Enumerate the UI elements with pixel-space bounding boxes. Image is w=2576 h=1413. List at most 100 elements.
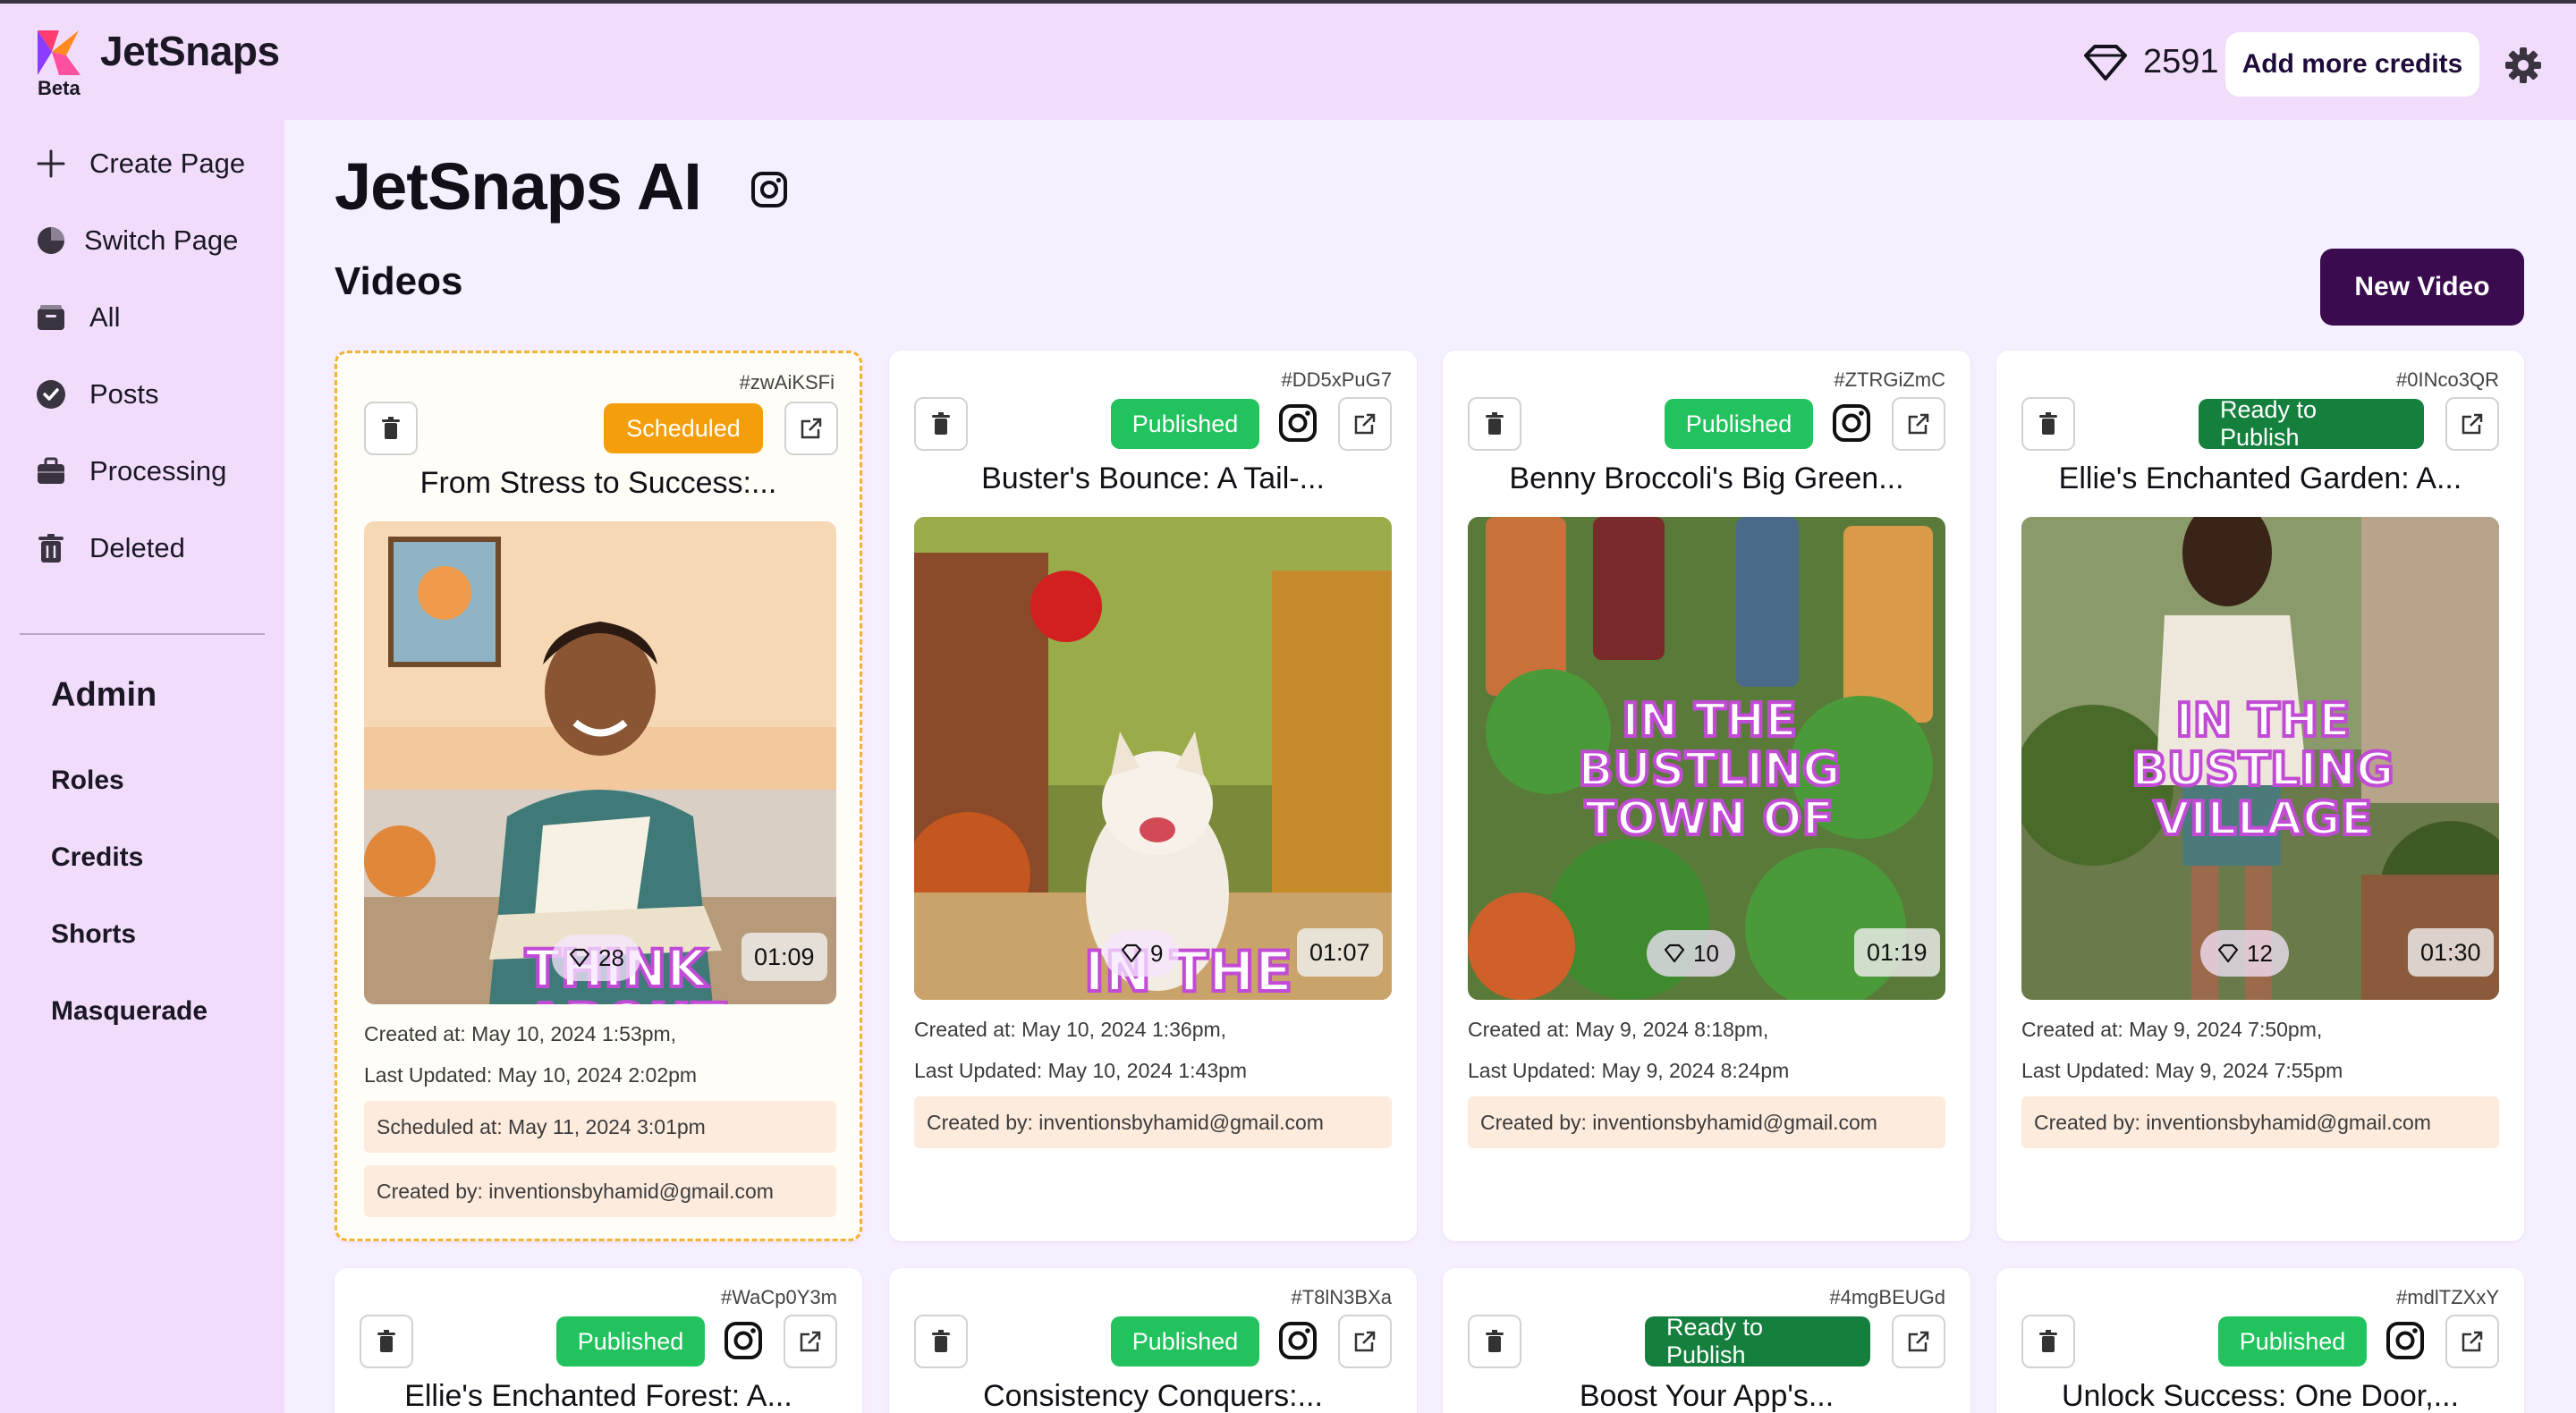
delete-button[interactable] <box>1468 1315 1521 1368</box>
video-title[interactable]: Ellie's Enchanted Forest: A... <box>335 1379 862 1413</box>
admin-link-roles[interactable]: Roles <box>51 766 124 796</box>
overlay-text: IN THE <box>2175 694 2350 748</box>
video-thumbnail[interactable]: IN THE <box>914 517 1392 1000</box>
diamond-icon <box>2084 45 2127 80</box>
add-credits-button[interactable]: Add more credits <box>2225 32 2479 97</box>
sidebar-item-switch-page[interactable]: Switch Page <box>32 218 238 263</box>
video-title[interactable]: Unlock Success: One Door,... <box>1996 1379 2524 1413</box>
video-thumbnail[interactable]: IN THE BUSTLING VILLAGE <box>2021 517 2499 1000</box>
video-id: #4mgBEUGd <box>1829 1286 1945 1308</box>
overlay-text: ABOUT <box>525 992 726 1004</box>
video-card[interactable]: #WaCp0Y3m Published Ellie's Enchanted Fo… <box>335 1268 862 1413</box>
status-badge[interactable]: Published <box>1111 1316 1259 1366</box>
delete-button[interactable] <box>2021 397 2075 451</box>
video-card[interactable]: #ZTRGiZmC Published Benny Broccoli's Big… <box>1443 351 1970 1241</box>
video-id: #WaCp0Y3m <box>720 1286 837 1308</box>
status-badge[interactable]: Ready to Publish <box>1645 1314 1870 1368</box>
sidebar-item-label: Create Page <box>89 148 246 179</box>
sidebar-item-label: Posts <box>89 378 159 410</box>
delete-button[interactable] <box>360 1315 413 1368</box>
delete-button[interactable] <box>364 402 418 455</box>
status-badge[interactable]: Published <box>2218 1316 2367 1366</box>
video-id: #DD5xPuG7 <box>1281 368 1392 391</box>
duration-pill: 01:19 <box>1854 928 1940 977</box>
status-badge[interactable]: Published <box>556 1316 705 1366</box>
sidebar-item-all[interactable]: All <box>32 295 120 340</box>
diamond-icon <box>2217 943 2239 963</box>
open-external-button[interactable] <box>1338 397 1392 451</box>
video-title[interactable]: Boost Your App's... <box>1443 1379 1970 1413</box>
sidebar-item-create-page[interactable]: Create Page <box>32 141 245 186</box>
trash-icon <box>1486 412 1504 435</box>
new-video-button[interactable]: New Video <box>2320 249 2524 326</box>
delete-button[interactable] <box>2021 1315 2075 1368</box>
sidebar-item-label: Deleted <box>89 532 185 563</box>
admin-link-shorts[interactable]: Shorts <box>51 919 136 950</box>
credits-pill: 9 <box>1104 930 1180 977</box>
open-external-button[interactable] <box>784 402 838 455</box>
video-thumbnail[interactable]: THINK ABOUT <box>364 521 836 1004</box>
delete-button[interactable] <box>914 397 968 451</box>
created-by: Created by: inventionsbyhamid@gmail.com <box>364 1165 836 1217</box>
instagram-icon[interactable] <box>1277 402 1318 444</box>
trash-icon <box>1486 1330 1504 1352</box>
video-card[interactable]: #DD5xPuG7 Published Buster's Bounce: A T… <box>889 351 1417 1241</box>
created-by: Created by: inventionsbyhamid@gmail.com <box>2021 1096 2499 1148</box>
external-link-icon <box>801 418 822 439</box>
last-updated: Last Updated: May 9, 2024 7:55pm <box>2021 1059 2343 1082</box>
thumbnail-image-vegetable-town: IN THE BUSTLING TOWN OF <box>1468 517 1945 1000</box>
instagram-icon[interactable] <box>1277 1320 1318 1361</box>
sidebar-item-deleted[interactable]: Deleted <box>32 526 185 571</box>
sidebar-item-posts[interactable]: Posts <box>32 372 159 417</box>
video-card[interactable]: #0INco3QR Ready to Publish Ellie's Encha… <box>1996 351 2524 1241</box>
video-card[interactable]: #zwAiKSFi Scheduled From Stress to Succe… <box>335 351 862 1241</box>
created-at: Created at: May 10, 2024 1:53pm, <box>364 1022 677 1045</box>
open-external-button[interactable] <box>2445 1315 2499 1368</box>
sidebar-item-processing[interactable]: Processing <box>32 449 226 494</box>
video-title[interactable]: Consistency Conquers:... <box>889 1379 1417 1413</box>
external-link-icon <box>800 1331 821 1352</box>
instagram-icon[interactable] <box>2385 1320 2426 1361</box>
open-external-button[interactable] <box>1892 1315 1945 1368</box>
briefcase-icon <box>32 453 70 490</box>
open-external-button[interactable] <box>784 1315 837 1368</box>
created-by: Created by: inventionsbyhamid@gmail.com <box>914 1096 1392 1148</box>
video-thumbnail[interactable]: IN THE BUSTLING TOWN OF <box>1468 517 1945 1000</box>
video-title[interactable]: Benny Broccoli's Big Green... <box>1443 461 1970 496</box>
status-badge[interactable]: Scheduled <box>604 403 763 453</box>
delete-button[interactable] <box>914 1315 968 1368</box>
diamond-icon <box>1121 943 1142 963</box>
video-id: #mdlTZXxY <box>2396 1286 2499 1308</box>
open-external-button[interactable] <box>1892 397 1945 451</box>
credits-value: 9 <box>1150 939 1164 967</box>
video-title[interactable]: Buster's Bounce: A Tail-... <box>889 461 1417 496</box>
video-title[interactable]: Ellie's Enchanted Garden: A... <box>1996 461 2524 496</box>
status-badge[interactable]: Ready to Publish <box>2199 396 2424 451</box>
video-card[interactable]: #4mgBEUGd Ready to Publish Boost Your Ap… <box>1443 1268 1970 1413</box>
admin-link-credits[interactable]: Credits <box>51 842 143 873</box>
trash-icon <box>2039 1330 2057 1352</box>
open-external-button[interactable] <box>1338 1315 1392 1368</box>
status-badge[interactable]: Published <box>1111 399 1259 449</box>
instagram-icon[interactable] <box>723 1320 764 1361</box>
status-badge[interactable]: Published <box>1665 399 1813 449</box>
trash-icon <box>932 1330 950 1352</box>
trash-icon <box>377 1330 395 1352</box>
instagram-icon[interactable] <box>750 170 789 209</box>
brand-name[interactable]: JetSnaps <box>100 27 280 75</box>
jetsnaps-logo[interactable] <box>32 27 84 79</box>
credits-value: 10 <box>1693 939 1719 967</box>
admin-link-masquerade[interactable]: Masquerade <box>51 996 208 1027</box>
sidebar-item-label: All <box>89 301 121 333</box>
trash-icon <box>382 417 400 439</box>
gear-icon[interactable] <box>2504 47 2542 84</box>
thumbnail-image-girl-garden: IN THE BUSTLING VILLAGE <box>2021 517 2499 1000</box>
video-card[interactable]: #T8lN3BXa Published Consistency Conquers… <box>889 1268 1417 1413</box>
credits-pill: 10 <box>1647 930 1735 977</box>
video-card[interactable]: #mdlTZXxY Published Unlock Success: One … <box>1996 1268 2524 1413</box>
instagram-icon[interactable] <box>1831 402 1872 444</box>
video-title[interactable]: From Stress to Success:... <box>337 466 860 501</box>
open-external-button[interactable] <box>2445 397 2499 451</box>
delete-button[interactable] <box>1468 397 1521 451</box>
page-title: JetSnaps AI <box>335 149 702 224</box>
